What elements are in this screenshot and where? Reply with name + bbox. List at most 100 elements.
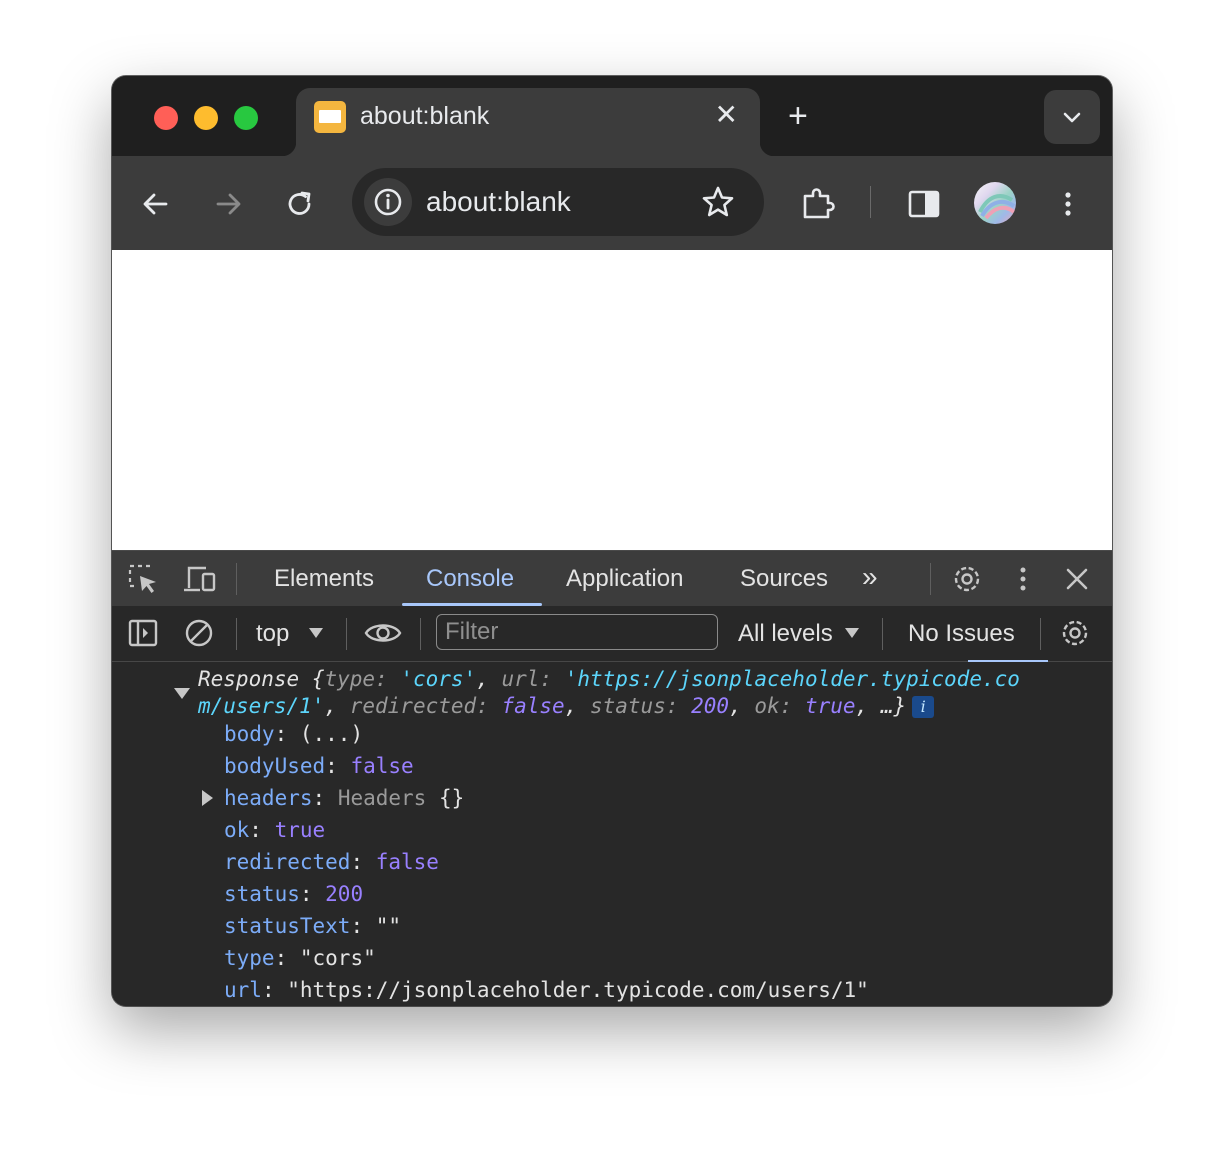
summary-comma: , xyxy=(324,694,350,718)
summary-colon: : xyxy=(665,694,692,718)
prop-value: false xyxy=(375,850,439,874)
close-devtools-icon[interactable] xyxy=(1060,562,1094,596)
summary-comma: , xyxy=(476,667,502,691)
tab-sources[interactable]: Sources xyxy=(740,565,828,593)
devtools-tab-bar: Elements Console Application Sources » xyxy=(112,550,1112,606)
console-output: Response {type: 'cors', url: 'https://js… xyxy=(112,662,1112,1006)
page-viewport xyxy=(112,250,1112,550)
summary-key-url: url xyxy=(501,667,540,691)
tab-divider xyxy=(930,563,931,595)
toolbar-divider xyxy=(882,618,883,650)
info-icon xyxy=(374,188,402,216)
prop-key: headers xyxy=(224,786,313,810)
inspect-element-icon[interactable] xyxy=(126,562,160,596)
avatar-image xyxy=(978,194,1016,220)
summary-colon: : xyxy=(779,694,805,718)
summary-val-url: 'https://jsonplaceholder.typicode.co xyxy=(564,667,1020,691)
prop-row-statustext: statusText: "" xyxy=(224,914,401,938)
close-window-button[interactable] xyxy=(154,106,178,130)
prop-row-bodyused: bodyUsed: false xyxy=(224,754,414,778)
context-selector[interactable]: top xyxy=(256,620,289,648)
show-sidebar-icon[interactable] xyxy=(126,616,160,650)
side-panel-icon[interactable] xyxy=(904,184,944,224)
prop-key: bodyUsed xyxy=(224,754,326,778)
prop-key: ok xyxy=(224,818,250,842)
back-arrow-icon[interactable] xyxy=(136,184,176,224)
customize-more-icon[interactable] xyxy=(1008,562,1038,596)
prop-value: (...) xyxy=(299,722,364,746)
address-bar[interactable]: about:blank xyxy=(352,168,764,236)
levels-dropdown-icon[interactable] xyxy=(844,626,860,640)
summary-key-ok: ok xyxy=(754,694,780,718)
prop-colon: : xyxy=(350,914,376,938)
star-icon[interactable] xyxy=(700,184,736,220)
address-text[interactable]: about:blank xyxy=(426,186,571,218)
prop-value: true xyxy=(274,818,326,842)
log-levels-dropdown[interactable]: All levels xyxy=(738,620,833,648)
summary-class: Response xyxy=(198,667,300,691)
prop-value: "" xyxy=(375,914,402,938)
prop-value: Headers xyxy=(337,786,427,810)
response-summary[interactable]: Response {type: 'cors', url: 'https://js… xyxy=(198,666,1078,720)
tab-divider xyxy=(236,563,237,595)
profile-avatar[interactable] xyxy=(974,182,1016,224)
toolbar-divider xyxy=(236,618,237,650)
prop-colon: : xyxy=(312,786,338,810)
summary-val-ok: true xyxy=(804,694,856,718)
zoom-window-button[interactable] xyxy=(234,106,258,130)
issues-button[interactable]: No Issues xyxy=(908,620,1015,648)
site-info-button[interactable] xyxy=(364,178,412,226)
filter-input[interactable] xyxy=(437,615,717,649)
summary-colon: : xyxy=(375,667,401,691)
prop-key: body xyxy=(224,722,275,746)
summary-key-status: status xyxy=(589,694,666,718)
prop-value: "cors" xyxy=(299,946,376,970)
reload-icon[interactable] xyxy=(280,184,320,224)
prop-row-status: status: 200 xyxy=(224,882,363,906)
prop-value: false xyxy=(350,754,414,778)
collapse-triangle-icon[interactable] xyxy=(174,688,190,699)
summary-val-url-cont: m/users/1' xyxy=(198,694,325,718)
device-toolbar-icon[interactable] xyxy=(182,562,218,596)
tab-about-blank[interactable]: about:blank ✕ xyxy=(282,88,774,156)
more-tabs-icon[interactable]: » xyxy=(862,561,878,593)
summary-colon: : xyxy=(476,694,502,718)
summary-val-redirected: false xyxy=(501,694,565,718)
prop-colon: : xyxy=(274,946,300,970)
minimize-window-button[interactable] xyxy=(194,106,218,130)
clear-console-icon[interactable] xyxy=(182,616,216,650)
live-expression-eye-icon[interactable] xyxy=(364,616,402,650)
prop-value: 200 xyxy=(325,882,364,906)
summary-comma: , xyxy=(729,694,755,718)
console-settings-gear-icon[interactable] xyxy=(1058,616,1092,650)
tab-search-button[interactable] xyxy=(1044,90,1100,144)
tab-application[interactable]: Application xyxy=(566,565,683,593)
summary-val-status: 200 xyxy=(691,694,730,718)
summary-colon: : xyxy=(539,667,565,691)
prop-colon: : xyxy=(350,850,376,874)
more-vert-icon[interactable] xyxy=(1048,184,1088,224)
prop-row-ok: ok: true xyxy=(224,818,325,842)
prop-row-headers[interactable]: headers: Headers {} xyxy=(224,786,464,810)
summary-ellipsis: …} xyxy=(880,694,907,718)
forward-arrow-icon[interactable] xyxy=(208,184,248,224)
expand-triangle-icon[interactable] xyxy=(202,790,213,806)
prop-row-url: url: "https://jsonplaceholder.typicode.c… xyxy=(224,978,869,1002)
summary-brace: { xyxy=(311,667,325,691)
filter-field[interactable] xyxy=(436,614,718,650)
settings-gear-icon[interactable] xyxy=(950,562,984,596)
info-badge-icon[interactable]: i xyxy=(912,696,935,718)
prop-key: type xyxy=(224,946,275,970)
prop-row-body[interactable]: body: (...) xyxy=(224,722,363,746)
page-favicon-icon xyxy=(314,101,346,133)
tab-elements[interactable]: Elements xyxy=(274,565,374,593)
toolbar-divider xyxy=(1040,618,1041,650)
context-dropdown-icon[interactable] xyxy=(308,626,324,640)
toolbar-divider xyxy=(870,186,871,218)
prop-colon: : xyxy=(325,754,351,778)
new-tab-button[interactable]: + xyxy=(788,94,808,138)
prop-row-redirected: redirected: false xyxy=(224,850,439,874)
tab-console[interactable]: Console xyxy=(426,565,514,593)
tab-close-icon[interactable]: ✕ xyxy=(715,100,738,130)
extensions-puzzle-icon[interactable] xyxy=(798,184,838,224)
